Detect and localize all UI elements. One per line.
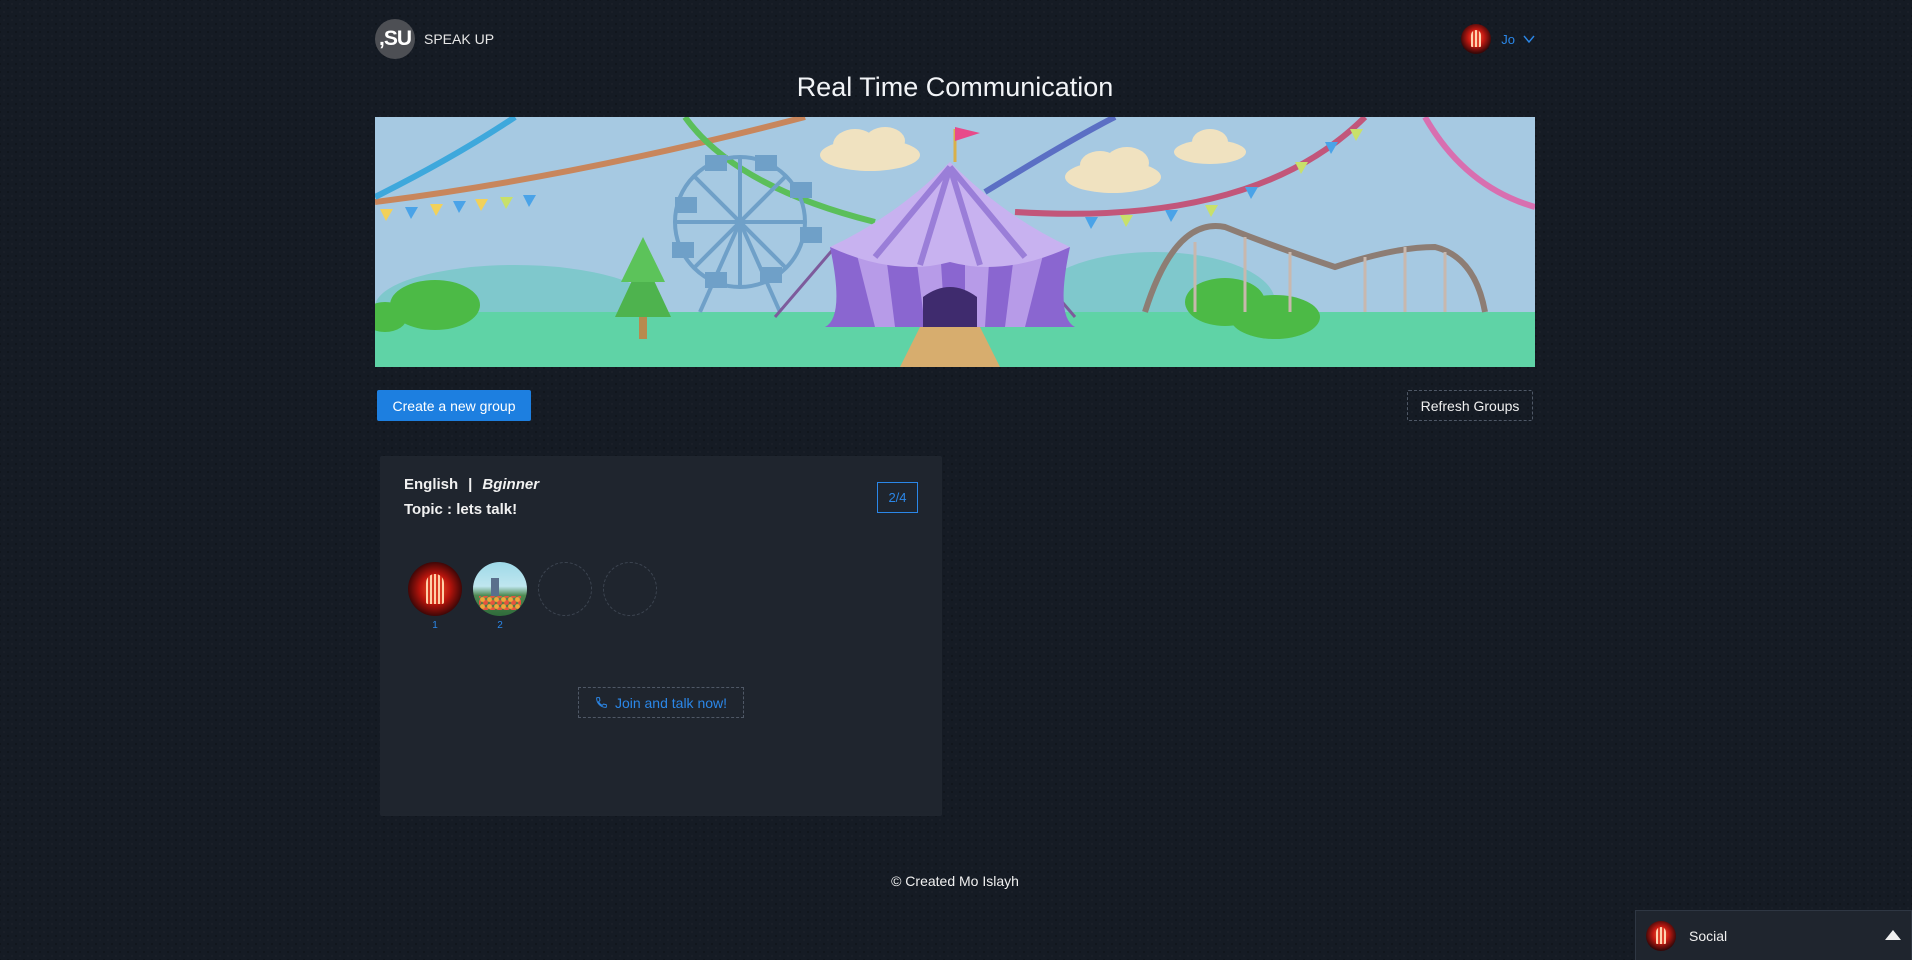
group-member-count: 2/4 — [877, 482, 918, 513]
group-language: English — [404, 476, 459, 493]
caret-up-icon — [1885, 930, 1901, 940]
member-number — [538, 620, 592, 632]
header-separator: | — [468, 476, 473, 493]
member-avatar[interactable] — [473, 562, 527, 616]
logo-badge: ,SU — [375, 19, 415, 59]
brand-name: SPEAK UP — [424, 31, 495, 47]
carnival-banner-image — [375, 117, 1535, 367]
group-card: English | Bginner Topic : lets talk! 2/4 1… — [380, 456, 942, 816]
member-number: 1 — [432, 620, 438, 631]
empty-slot — [538, 562, 592, 616]
footer-credit: © Created Mo Islayh — [891, 873, 1019, 889]
create-group-button[interactable]: Create a new group — [377, 390, 531, 421]
page-title: Real Time Communication — [796, 72, 1114, 102]
member-slot: 2 — [473, 562, 527, 632]
social-label: Social — [1689, 927, 1728, 944]
user-avatar — [1461, 24, 1492, 54]
member-slots: 1 2 — [408, 562, 668, 632]
refresh-groups-button[interactable]: Refresh Groups — [1407, 390, 1533, 421]
member-slot: 1 — [408, 562, 462, 632]
top-navbar: ,SU SPEAK UP Jo — [375, 19, 1535, 61]
group-topic: Topic : lets talk! — [404, 501, 518, 518]
user-menu-toggle[interactable]: Jo — [1461, 24, 1535, 54]
join-group-button[interactable]: Join and talk now! — [578, 687, 744, 718]
member-number — [603, 620, 657, 632]
chevron-down-icon — [1523, 35, 1535, 44]
user-name: Jo — [1501, 31, 1515, 47]
member-slot — [538, 562, 592, 632]
join-label: Join and talk now! — [614, 694, 728, 711]
phone-icon — [596, 697, 607, 708]
brand-logo[interactable]: ,SU SPEAK UP — [375, 19, 494, 59]
member-avatar[interactable] — [408, 562, 462, 616]
social-avatar — [1646, 920, 1676, 951]
group-header: English | Bginner — [404, 476, 539, 493]
member-number: 2 — [497, 620, 503, 631]
empty-slot — [603, 562, 657, 616]
social-panel-toggle[interactable]: Social — [1635, 910, 1912, 960]
member-slot — [603, 562, 657, 632]
group-level: Bginner — [482, 476, 540, 493]
